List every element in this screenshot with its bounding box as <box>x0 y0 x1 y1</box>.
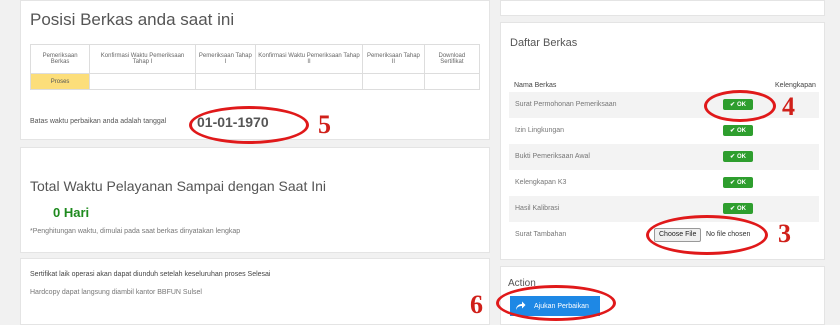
annotation-ellipse <box>189 106 309 144</box>
berkas-name: Surat Tambahan <box>515 231 567 238</box>
table-header: Konfirmasi Waktu Pemeriksaan Tahap I <box>89 44 196 74</box>
ok-badge: ✔ OK <box>723 151 753 162</box>
ok-label: OK <box>737 153 747 160</box>
daftar-title: Daftar Berkas <box>510 37 578 49</box>
berkas-name: Izin Lingkungan <box>515 127 565 134</box>
annotation-number: 3 <box>778 219 791 248</box>
list-item: Kelengkapan K3 ✔ OK <box>509 170 819 196</box>
table-header: Download Sertifikat <box>423 44 481 74</box>
posisi-table: Pemeriksaan Berkas Konfirmasi Waktu Peme… <box>29 44 481 90</box>
ok-badge: ✔ OK <box>723 203 753 214</box>
ok-badge: ✔ OK <box>723 177 753 188</box>
table-header: Konfirmasi Waktu Pemeriksaan Tahap II <box>254 44 364 74</box>
table-cell <box>194 73 256 90</box>
top-right-panel <box>500 0 825 16</box>
table-cell <box>362 73 425 90</box>
annotation-number: 5 <box>318 110 331 139</box>
hari-value: 0 Hari <box>53 205 90 220</box>
check-icon: ✔ <box>729 154 736 160</box>
ok-label: OK <box>737 205 747 212</box>
list-item: Hasil Kalibrasi ✔ OK <box>509 196 819 222</box>
status-cell: Proses <box>29 73 91 90</box>
column-header-kelengkapan: Kelengkapan <box>775 82 816 89</box>
annotation-number: 4 <box>782 92 795 121</box>
ok-label: OK <box>737 127 747 134</box>
check-icon: ✔ <box>729 206 736 212</box>
posisi-title: Posisi Berkas anda saat ini <box>30 10 235 29</box>
hardcopy-note: Hardcopy dapat langsung diambil kantor B… <box>30 289 202 296</box>
table-header: Pemeriksaan Tahap I <box>194 44 256 74</box>
column-header-nama: Nama Berkas <box>514 82 557 89</box>
table-cell <box>89 73 196 90</box>
ok-badge: ✔ OK <box>723 125 753 136</box>
table-header-row: Pemeriksaan Berkas Konfirmasi Waktu Peme… <box>29 44 481 74</box>
table-header: Pemeriksaan Tahap II <box>362 44 425 74</box>
annotation-ellipse <box>496 285 616 321</box>
waktu-note: *Penghitungan waktu, dimulai pada saat b… <box>30 228 241 235</box>
berkas-name: Surat Permohonan Pemeriksaan <box>515 101 617 108</box>
table-row: Proses <box>29 73 481 90</box>
berkas-name: Hasil Kalibrasi <box>515 205 560 212</box>
ok-label: OK <box>737 179 747 186</box>
total-title: Total Waktu Pelayanan Sampai dengan Saat… <box>30 178 327 194</box>
annotation-ellipse <box>704 90 776 122</box>
list-item: Bukti Pemeriksaan Awal ✔ OK <box>509 144 819 170</box>
berkas-name: Kelengkapan K3 <box>515 179 567 186</box>
annotation-ellipse <box>646 215 768 255</box>
table-cell <box>423 73 481 90</box>
check-icon: ✔ <box>729 180 736 186</box>
total-panel <box>20 147 490 253</box>
berkas-name: Bukti Pemeriksaan Awal <box>515 153 590 160</box>
table-header: Pemeriksaan Berkas <box>29 44 91 74</box>
sertifikat-note: Sertifikat laik operasi akan dapat diund… <box>30 271 271 278</box>
annotation-number: 6 <box>470 290 483 319</box>
batas-label: Batas waktu perbaikan anda adalah tangga… <box>30 118 167 125</box>
check-icon: ✔ <box>729 128 736 134</box>
list-item: Izin Lingkungan ✔ OK <box>509 118 819 144</box>
table-cell <box>254 73 364 90</box>
